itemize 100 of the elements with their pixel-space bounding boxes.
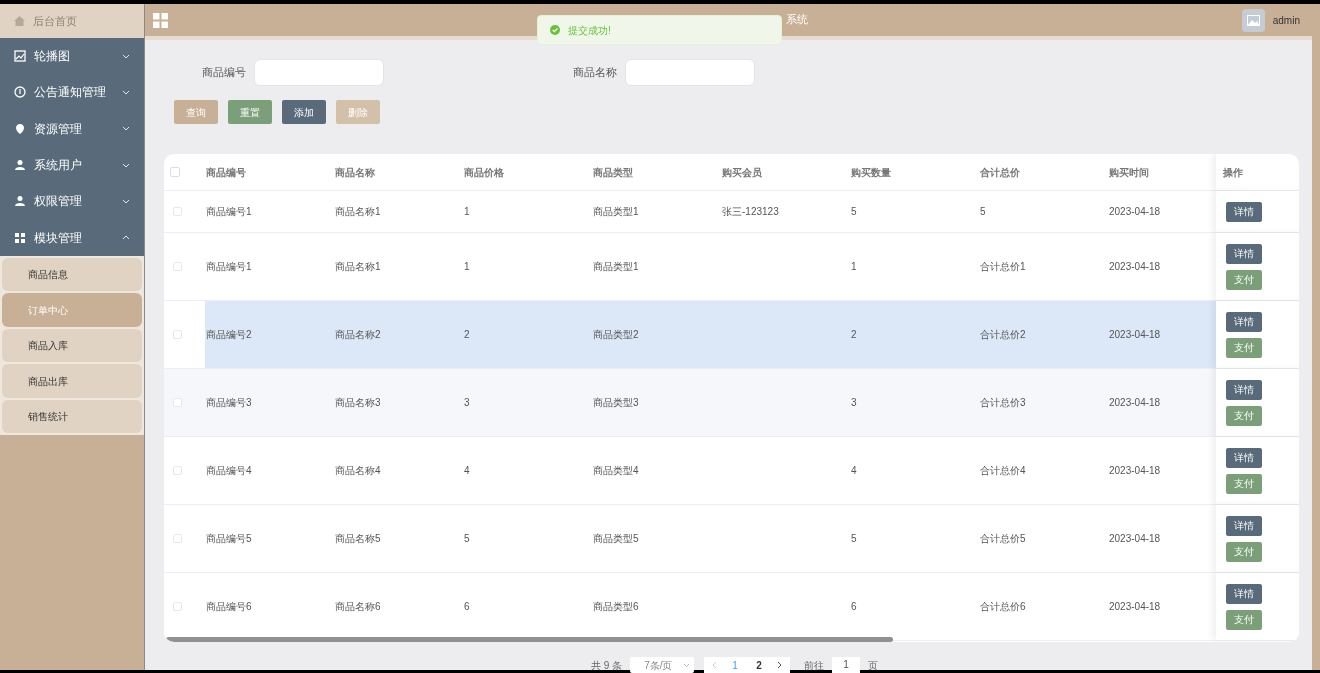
row-checkbox[interactable]: [173, 207, 182, 216]
table-cell: 2023-04-18: [1109, 397, 1161, 408]
success-toast: 提交成功!: [537, 15, 782, 45]
column-header: 商品名称: [335, 166, 375, 178]
row-checkbox[interactable]: [173, 398, 182, 407]
sidebar-menu-item[interactable]: 模块管理: [0, 219, 144, 256]
text-input[interactable]: [625, 59, 755, 86]
table-cell: 5: [851, 533, 857, 544]
pay-button[interactable]: 支付: [1226, 473, 1262, 494]
field-label: 商品名称: [573, 65, 617, 81]
table-cell: 3: [464, 397, 470, 408]
pay-button[interactable]: 支付: [1226, 337, 1262, 358]
prev-page-icon[interactable]: [712, 661, 718, 669]
table-cell: 商品编号4: [206, 465, 252, 476]
details-button[interactable]: 详情: [1226, 311, 1262, 332]
table-cell: 5: [980, 206, 986, 217]
location-pin-icon: [14, 122, 26, 135]
submenu-item[interactable]: 商品入库: [2, 328, 142, 363]
sidebar-menu-item[interactable]: 公告通知管理: [0, 74, 144, 111]
reset-button[interactable]: 重置: [228, 100, 272, 124]
table-row[interactable]: 商品编号5 商品名称5 5 商品类型5 5 合计总价5 2023-04-18 详情 支付: [164, 505, 1299, 573]
table-cell: 商品类型2: [593, 329, 639, 340]
table-cell: 2023-04-18: [1109, 206, 1161, 217]
row-checkbox[interactable]: [173, 330, 182, 339]
table-cell: 6: [851, 601, 857, 612]
sidebar-menu-item[interactable]: 资源管理: [0, 110, 144, 147]
table-cell: 2023-04-18: [1109, 329, 1161, 340]
column-header: 合计总价: [980, 166, 1020, 178]
info-icon: [14, 86, 26, 99]
horizontal-scrollbar[interactable]: [166, 637, 893, 642]
table-cell: 6: [464, 601, 470, 612]
table-row[interactable]: 商品编号2 商品名称2 2 商品类型2 2 合计总价2 2023-04-18 详情 支付: [164, 301, 1299, 369]
user-icon: [14, 195, 26, 208]
sidebar-menu-item[interactable]: 系统用户: [0, 146, 144, 184]
table-cell: 合计总价6: [980, 601, 1026, 612]
table-row[interactable]: 商品编号1 商品名称1 1 商品类型1 张三-123123 5 5 2023-04-18 详情: [164, 191, 1299, 233]
next-page-icon[interactable]: [777, 661, 783, 669]
submenu-item[interactable]: 商品出库: [2, 364, 142, 398]
row-checkbox[interactable]: [173, 466, 182, 475]
home-menu-item[interactable]: 后台首页: [0, 4, 144, 38]
table-cell: 商品名称2: [335, 329, 381, 340]
table-row[interactable]: 商品编号6 商品名称6 6 商品类型6 6 合计总价6 2023-04-18 详情 支付: [164, 573, 1299, 641]
pay-button[interactable]: 支付: [1226, 609, 1262, 630]
grid-menu-icon[interactable]: [153, 12, 168, 28]
table-cell: 商品名称1: [335, 261, 381, 272]
page-number[interactable]: 2: [747, 657, 772, 673]
details-button[interactable]: 详情: [1226, 583, 1262, 604]
caret-down-icon: [122, 53, 130, 59]
user-icon: [14, 159, 26, 172]
pay-button[interactable]: 支付: [1226, 269, 1262, 290]
details-button[interactable]: 详情: [1226, 515, 1262, 536]
table-cell: 4: [464, 465, 470, 476]
caret-up-icon: [122, 235, 130, 241]
table-row[interactable]: 商品编号3 商品名称3 3 商品类型3 3 合计总价3 2023-04-18 详情 支付: [164, 369, 1299, 437]
table-cell: 合计总价2: [980, 329, 1026, 340]
goto-page-input[interactable]: 1: [832, 657, 861, 673]
select-all-checkbox[interactable]: [170, 167, 180, 177]
text-input[interactable]: [254, 59, 384, 86]
table-cell: 商品编号1: [206, 206, 252, 217]
app-title: 系统: [786, 12, 808, 27]
table-cell: 商品编号6: [206, 601, 252, 612]
total-count: 共 9 条: [591, 658, 623, 673]
row-checkbox[interactable]: [173, 534, 182, 543]
details-button[interactable]: 详情: [1226, 379, 1262, 400]
table-cell: 商品类型1: [593, 206, 639, 217]
table-cell: 商品编号2: [206, 329, 252, 340]
page-size-select[interactable]: 7条/页: [630, 657, 695, 673]
submenu-item[interactable]: 商品信息: [2, 257, 142, 292]
table-row[interactable]: 商品编号1 商品名称1 1 商品类型1 1 合计总价1 2023-04-18 详情 支付: [164, 233, 1299, 301]
caret-down-icon: [122, 198, 130, 204]
grid-icon: [14, 231, 26, 244]
submenu-item[interactable]: 销售统计: [2, 399, 142, 434]
table-cell: 5: [851, 206, 857, 217]
table-cell: 商品名称4: [335, 465, 381, 476]
goto-label: 前往: [804, 658, 825, 673]
details-button[interactable]: 详情: [1226, 243, 1262, 264]
table-row[interactable]: 商品编号4 商品名称4 4 商品类型4 4 合计总价4 2023-04-18 详情 支付: [164, 437, 1299, 505]
add-button[interactable]: 添加: [282, 100, 326, 124]
row-checkbox[interactable]: [173, 602, 182, 611]
table-cell: 商品名称3: [335, 397, 381, 408]
table-cell: 商品类型4: [593, 465, 639, 476]
caret-down-icon: [683, 663, 691, 667]
table-cell: 合计总价1: [980, 261, 1026, 272]
table-cell: 2: [464, 329, 470, 340]
row-checkbox[interactable]: [173, 262, 182, 271]
table-cell: 4: [851, 465, 857, 476]
user-name[interactable]: admin: [1272, 12, 1300, 28]
pay-button[interactable]: 支付: [1226, 405, 1262, 426]
details-button[interactable]: 详情: [1226, 447, 1262, 468]
sidebar-menu-item[interactable]: 权限管理: [0, 183, 144, 220]
column-header: 购买数量: [851, 166, 891, 178]
column-header: 商品类型: [593, 166, 633, 178]
sidebar-menu-item[interactable]: 轮播图: [0, 38, 144, 75]
pay-button[interactable]: 支付: [1226, 541, 1262, 562]
caret-down-icon: [122, 89, 130, 95]
table-cell: 5: [464, 533, 470, 544]
page-number[interactable]: 1: [723, 657, 748, 673]
avatar-icon[interactable]: [1241, 8, 1265, 32]
details-button[interactable]: 详情: [1226, 201, 1262, 222]
field-label: 商品编号: [202, 65, 246, 81]
